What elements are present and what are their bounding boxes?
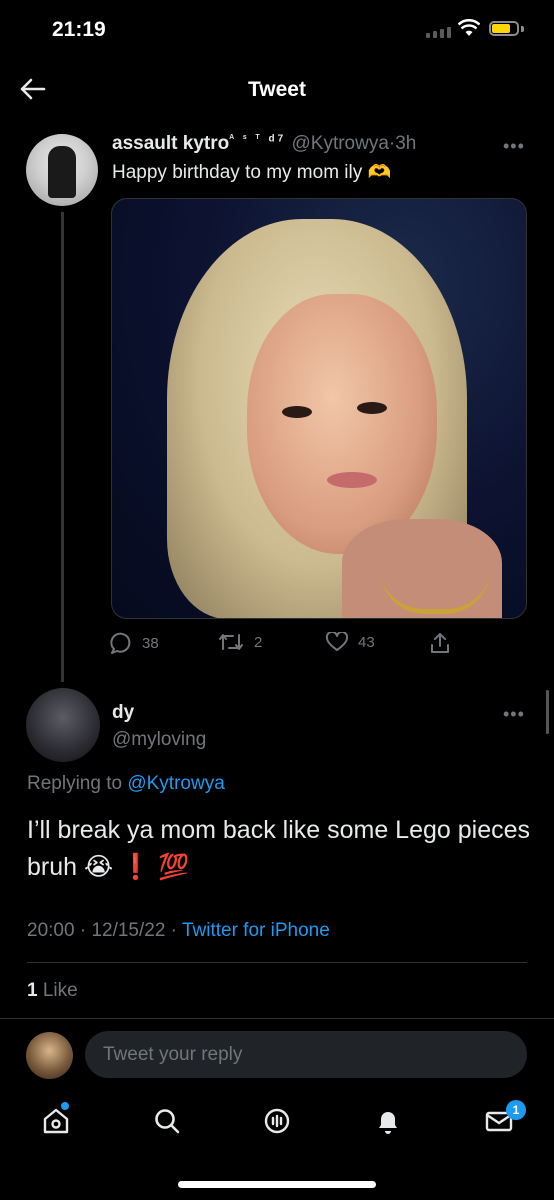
tweet-text: Happy birthday to my mom ily 🫶 xyxy=(112,162,392,183)
battery-icon xyxy=(489,21,519,36)
spaces-icon xyxy=(264,1108,290,1134)
reply-author-name[interactable]: dy xyxy=(112,702,134,724)
tweet-author-line[interactable]: assault kytroᴬ ˢ ᵀ d7 @Kytrowya·3h xyxy=(112,133,416,155)
reply-metadata: 20:00 · 12/15/22 · Twitter for iPhone xyxy=(27,920,330,942)
reply-text: I’ll break ya mom back like some Lego pi… xyxy=(27,816,531,881)
messages-badge: 1 xyxy=(506,1100,526,1120)
page-title: Tweet xyxy=(248,78,306,101)
likes-summary-count: 1 xyxy=(27,980,38,1001)
share-action[interactable] xyxy=(430,632,450,654)
reply-bubble-icon xyxy=(110,632,131,654)
wifi-icon xyxy=(457,18,481,42)
search-icon xyxy=(155,1109,180,1134)
reply-source-link[interactable]: Twitter for iPhone xyxy=(182,920,330,941)
meta-separator-2: · xyxy=(165,920,182,941)
reply-count: 38 xyxy=(142,634,159,652)
my-avatar[interactable] xyxy=(26,1032,73,1079)
cellular-signal-icon xyxy=(426,27,451,38)
share-icon xyxy=(431,633,449,653)
scrollbar[interactable] xyxy=(546,690,549,734)
like-action[interactable]: 43 xyxy=(326,632,375,652)
tweet-more-menu-icon[interactable]: ••• xyxy=(503,136,525,157)
heart-icon xyxy=(326,632,348,651)
home-unread-dot xyxy=(61,1102,69,1110)
tweet-author-name-superscript: ᴬ ˢ ᵀ d7 xyxy=(229,133,287,145)
tab-notifications[interactable] xyxy=(370,1103,406,1139)
replying-to-handle-link[interactable]: @Kytrowya xyxy=(127,773,224,794)
reply-time: 20:00 xyxy=(27,920,75,941)
divider xyxy=(0,1018,554,1019)
retweet-action[interactable]: 2 xyxy=(218,632,262,652)
tweet-photo[interactable] xyxy=(111,198,527,619)
reply-author-avatar[interactable] xyxy=(26,688,100,762)
home-icon xyxy=(43,1108,69,1134)
bell-icon xyxy=(379,1112,397,1134)
tweet-age: 3h xyxy=(395,133,417,154)
home-indicator[interactable] xyxy=(178,1181,376,1188)
replying-to-prefix: Replying to xyxy=(27,773,128,794)
divider xyxy=(27,962,527,963)
tab-search[interactable] xyxy=(149,1103,185,1139)
tweet-author-handle: @Kytrowya xyxy=(291,133,389,154)
reply-more-menu-icon[interactable]: ••• xyxy=(503,704,525,725)
reply-input[interactable] xyxy=(85,1031,527,1078)
meta-separator-1: · xyxy=(74,920,92,941)
likes-summary[interactable]: 1 Like xyxy=(27,980,78,1002)
reply-date: 12/15/22 xyxy=(91,920,166,941)
retweet-count: 2 xyxy=(254,633,263,651)
retweet-icon xyxy=(219,634,243,650)
tab-spaces[interactable] xyxy=(259,1103,295,1139)
tweet-author-name: assault kytro xyxy=(112,133,230,154)
tweet-author-avatar[interactable] xyxy=(26,134,98,206)
reply-author-handle[interactable]: @myloving xyxy=(112,729,206,751)
status-time: 21:19 xyxy=(52,18,106,41)
thread-line xyxy=(61,212,64,682)
replying-to-line: Replying to @Kytrowya xyxy=(27,773,225,795)
tab-home[interactable] xyxy=(38,1103,74,1139)
reply-action[interactable]: 38 xyxy=(110,632,159,654)
likes-summary-label: Like xyxy=(37,980,78,1001)
like-count: 43 xyxy=(358,633,375,651)
battery-cap xyxy=(521,26,524,32)
